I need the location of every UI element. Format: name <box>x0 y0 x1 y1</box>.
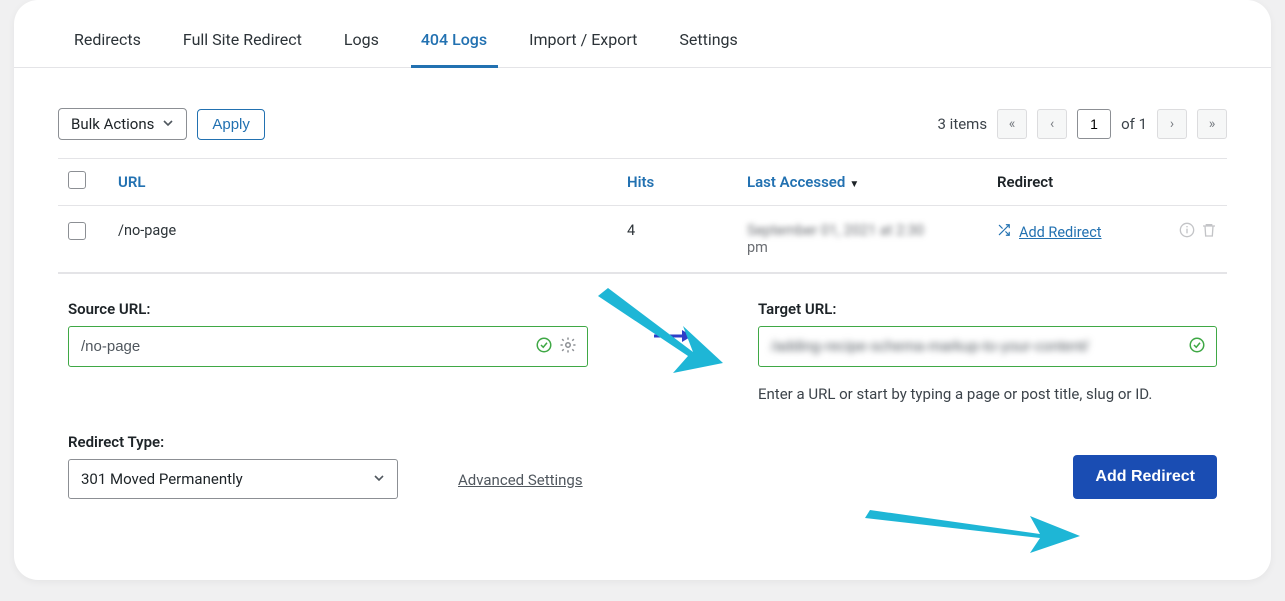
page-next-button[interactable]: › <box>1157 109 1187 139</box>
row-hits: 4 <box>627 222 747 239</box>
row-url: /no-page <box>118 222 627 239</box>
target-url-label: Target URL: <box>758 300 1217 318</box>
page-of-text: of 1 <box>1121 115 1147 133</box>
source-url-input[interactable] <box>69 327 535 366</box>
select-all-checkbox[interactable] <box>68 171 86 189</box>
sort-desc-icon: ▼ <box>849 179 859 190</box>
toolbar: Bulk Actions Apply 3 items « ‹ of 1 › » <box>14 68 1271 158</box>
tab-full-site-redirect[interactable]: Full Site Redirect <box>183 30 302 67</box>
redirect-type-select[interactable]: 301 Moved Permanently <box>68 459 398 499</box>
page-number-input[interactable] <box>1077 109 1111 139</box>
apply-button[interactable]: Apply <box>197 109 265 140</box>
row-last-accessed: September 01, 2021 at 2:30 pm <box>747 222 997 256</box>
column-url[interactable]: URL <box>118 173 627 191</box>
table-row: /no-page 4 September 01, 2021 at 2:30 pm… <box>58 206 1227 273</box>
redirect-form: Source URL: Target URL: <box>14 274 1271 403</box>
target-url-input[interactable] <box>759 327 1188 366</box>
check-circle-icon <box>1188 336 1206 358</box>
add-redirect-link[interactable]: Add Redirect <box>1019 224 1102 241</box>
row-redirect-cell: Add Redirect <box>997 222 1217 242</box>
column-redirect: Redirect <box>997 173 1217 191</box>
source-url-group: Source URL: <box>68 300 588 367</box>
gear-icon[interactable] <box>559 336 577 358</box>
arrow-right-icon <box>598 300 748 344</box>
column-hits[interactable]: Hits <box>627 173 747 191</box>
chevron-down-icon <box>373 470 385 488</box>
trash-icon[interactable] <box>1201 222 1217 242</box>
tab-404-logs[interactable]: 404 Logs <box>421 30 487 67</box>
page-first-button[interactable]: « <box>997 109 1027 139</box>
items-count: 3 items <box>938 115 988 133</box>
bulk-actions-select[interactable]: Bulk Actions <box>58 108 187 140</box>
tab-redirects[interactable]: Redirects <box>74 30 141 67</box>
advanced-settings-link[interactable]: Advanced Settings <box>458 471 583 499</box>
tab-bar: Redirects Full Site Redirect Logs 404 Lo… <box>14 10 1271 68</box>
page-last-button[interactable]: » <box>1197 109 1227 139</box>
tab-settings[interactable]: Settings <box>679 30 737 67</box>
source-url-label: Source URL: <box>68 300 588 318</box>
table-header-row: URL Hits Last Accessed▼ Redirect <box>58 159 1227 206</box>
check-circle-icon <box>535 336 553 358</box>
target-url-helper: Enter a URL or start by typing a page or… <box>758 385 1217 403</box>
redirect-type-label: Redirect Type: <box>68 433 398 451</box>
tab-import-export[interactable]: Import / Export <box>529 30 637 67</box>
logs-table: URL Hits Last Accessed▼ Redirect /no-pag… <box>58 158 1227 274</box>
form-bottom-row: Redirect Type: 301 Moved Permanently Adv… <box>14 403 1271 509</box>
add-redirect-button[interactable]: Add Redirect <box>1073 455 1217 499</box>
pagination: 3 items « ‹ of 1 › » <box>938 109 1227 139</box>
info-icon[interactable] <box>1179 222 1195 242</box>
bulk-actions-label: Bulk Actions <box>71 115 154 133</box>
chevron-down-icon <box>162 115 174 133</box>
redirect-type-group: Redirect Type: 301 Moved Permanently <box>68 433 398 499</box>
target-url-input-wrap <box>758 326 1217 367</box>
target-url-group: Target URL: Enter a URL or start by typi… <box>758 300 1217 403</box>
page-prev-button[interactable]: ‹ <box>1037 109 1067 139</box>
row-checkbox[interactable] <box>68 222 86 240</box>
source-url-input-wrap <box>68 326 588 367</box>
tab-logs[interactable]: Logs <box>344 30 379 67</box>
column-last-accessed[interactable]: Last Accessed▼ <box>747 173 997 191</box>
shuffle-icon <box>997 223 1011 241</box>
redirect-type-value: 301 Moved Permanently <box>81 470 243 488</box>
